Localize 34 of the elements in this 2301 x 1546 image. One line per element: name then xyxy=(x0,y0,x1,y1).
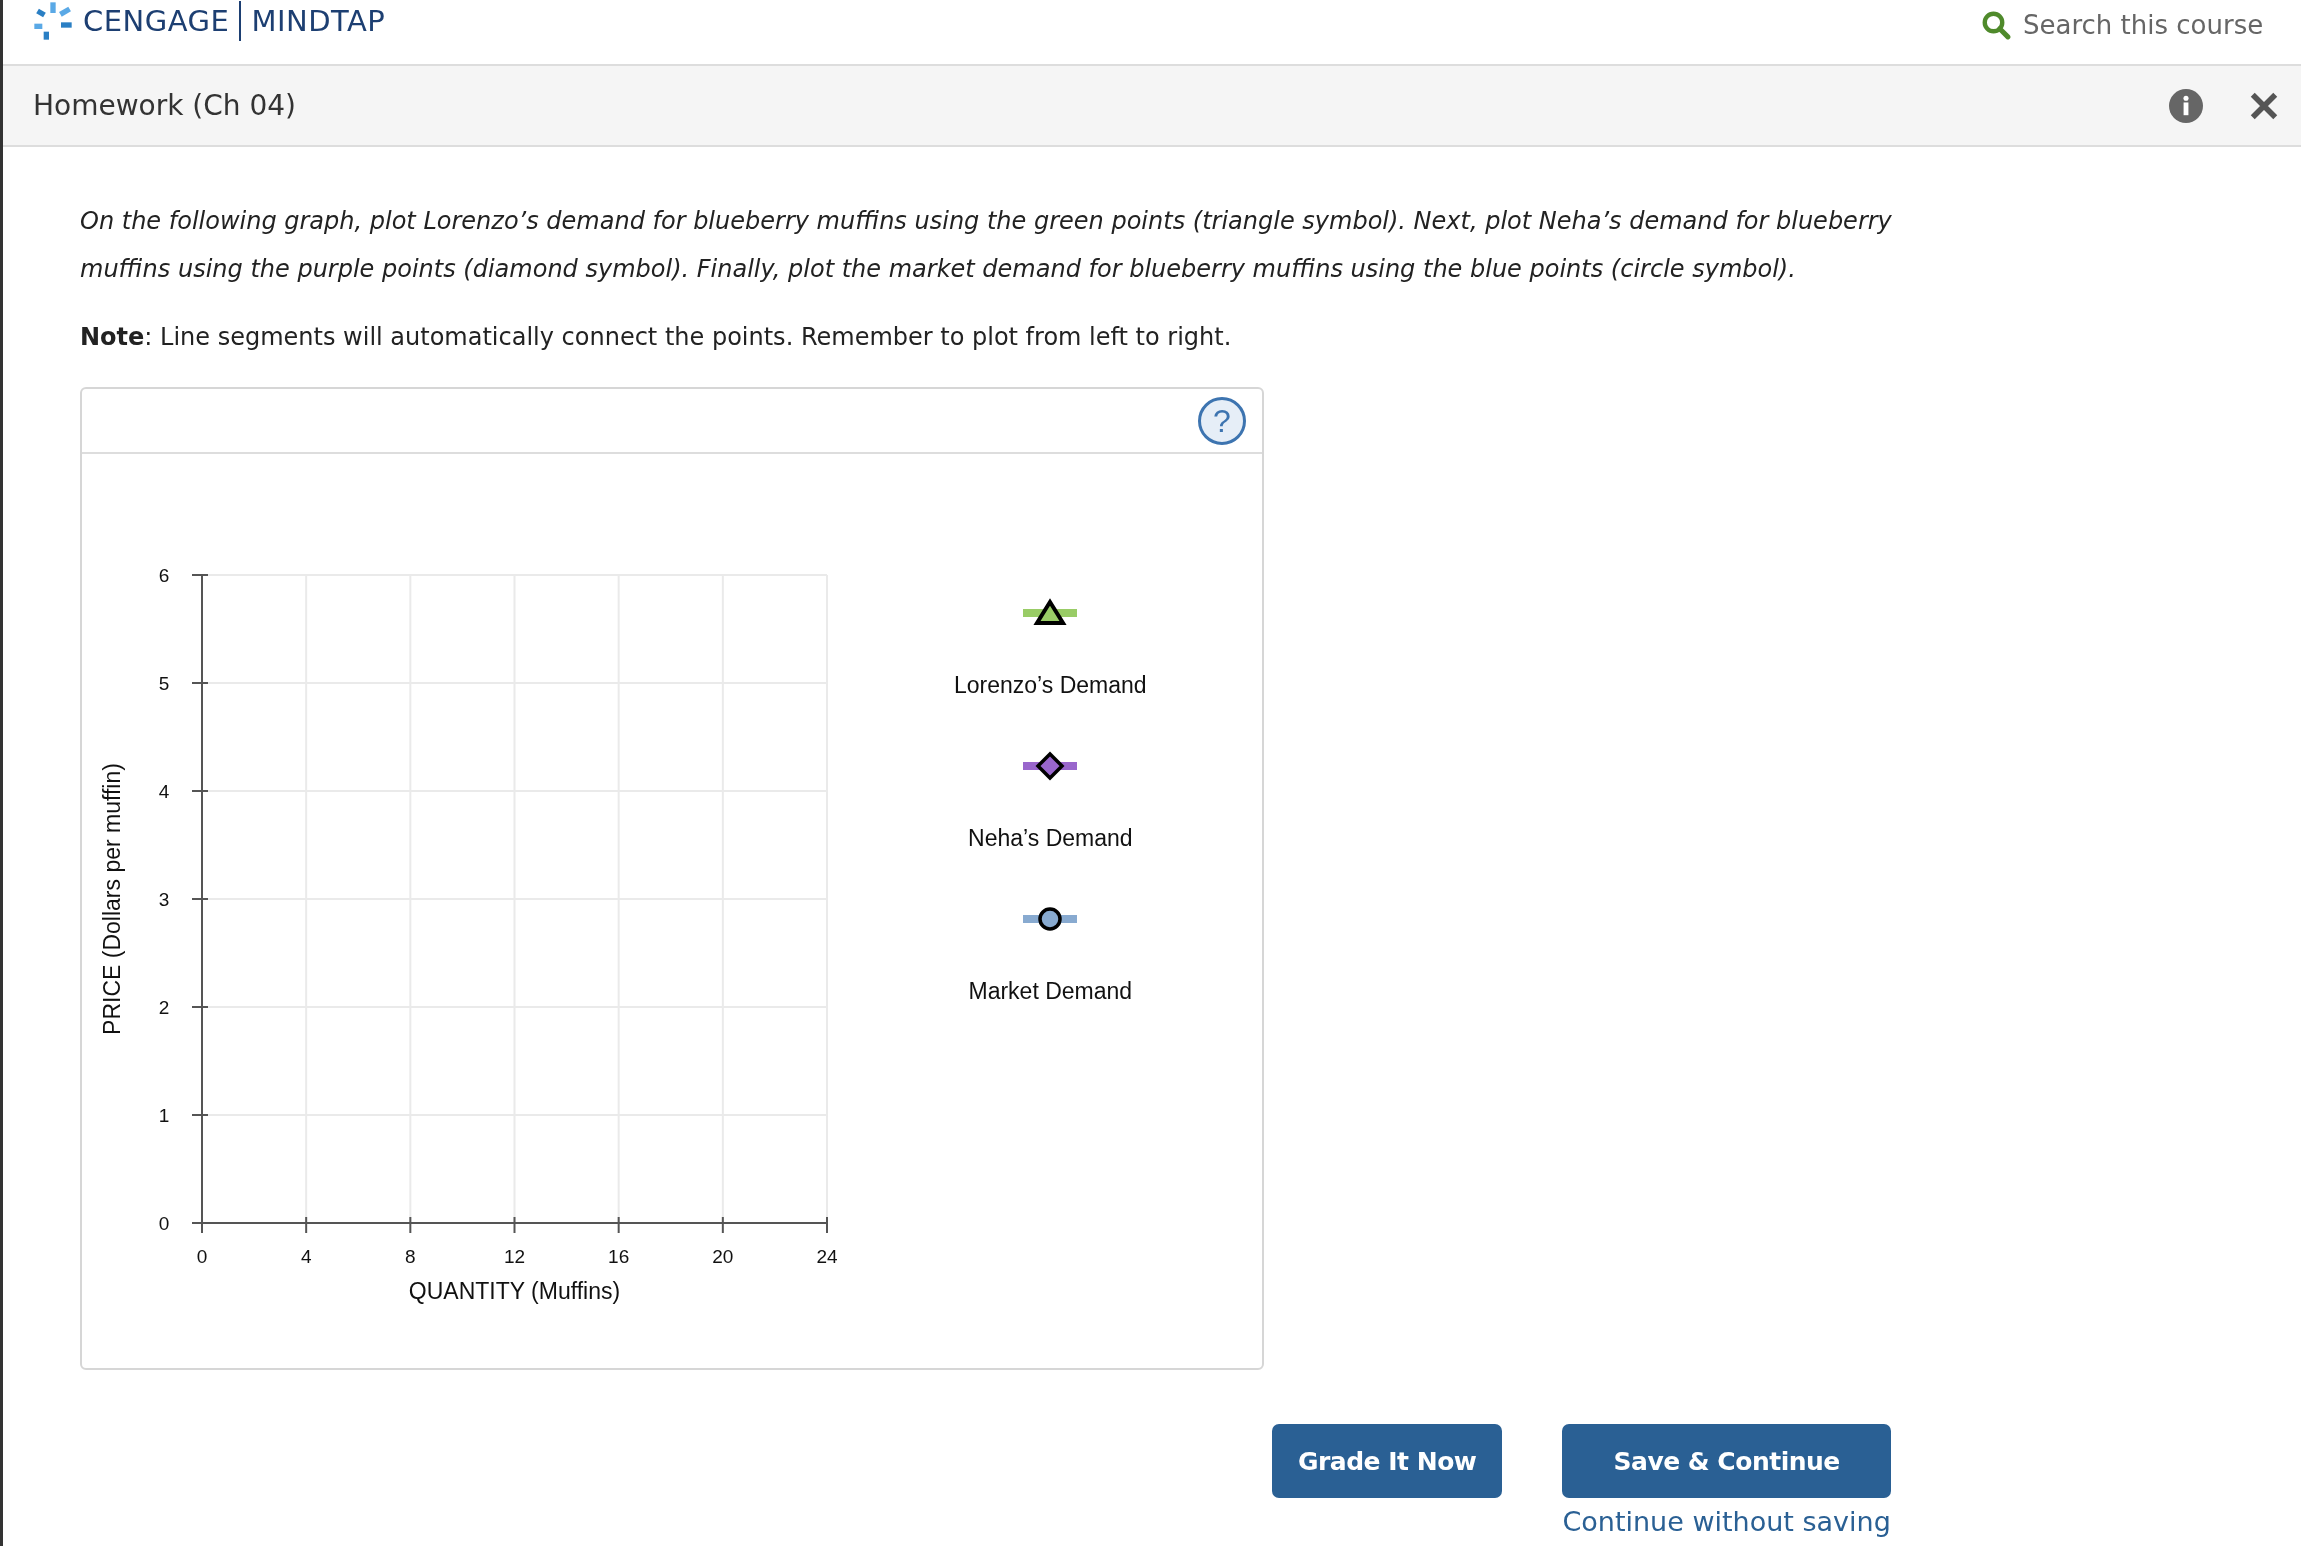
tick-label: 6 xyxy=(158,565,170,586)
tick-label: 2 xyxy=(158,997,170,1018)
search-icon[interactable] xyxy=(1981,10,2011,40)
logo-icon xyxy=(33,1,73,41)
legend-label: Market Demand xyxy=(968,978,1133,1005)
tick-label: 24 xyxy=(816,1246,838,1267)
legend-label: Neha’s Demand xyxy=(968,825,1133,852)
search-field[interactable]: Search this course xyxy=(2023,10,2273,40)
tick-label: 8 xyxy=(405,1246,416,1267)
instructions-text: On the following graph, plot Lorenzo’s demand for blueberry muffins using the green points (triangle symbol). Next, plot Neha’s demand for blueberry muffins using the purple points (diamond symbol). Finally, plot the market demand for blueberry muffins using the blue points (circle symbol). xyxy=(80,206,1893,285)
continue-link[interactable]: Continue without saving xyxy=(1562,1506,1891,1537)
tick-label: 0 xyxy=(196,1246,208,1267)
tick-label: 20 xyxy=(712,1246,734,1267)
help-button[interactable]: ? xyxy=(1198,396,1246,445)
tick-label: 16 xyxy=(608,1246,630,1267)
brand-name: CENGAGE xyxy=(83,4,230,38)
tick-label: 3 xyxy=(158,889,170,910)
product-name: MINDTAP xyxy=(251,4,386,38)
tick-label: 5 xyxy=(158,673,170,694)
close-icon[interactable] xyxy=(2249,90,2279,121)
tick-label: 4 xyxy=(300,1246,312,1267)
homework-title: Homework (Ch 04) xyxy=(33,89,297,122)
tick-label: 1 xyxy=(158,1105,170,1126)
info-icon[interactable] xyxy=(2169,88,2203,123)
x-axis-title: QUANTITY (Muffins) xyxy=(408,1278,621,1304)
tick-label: 12 xyxy=(503,1246,526,1267)
diamond-point-tool[interactable] xyxy=(1023,749,1078,783)
tick-label: 4 xyxy=(158,781,170,802)
save-continue-button[interactable]: Save & Continue xyxy=(1562,1424,1891,1498)
note-text: Note: Line segments will automatically connect the points. Remember to plot from left to right. xyxy=(80,323,1233,351)
tick-label: 0 xyxy=(158,1213,170,1234)
grade-button[interactable]: Grade It Now xyxy=(1272,1424,1503,1498)
y-axis-title: PRICE (Dollars per muffin) xyxy=(99,763,125,1035)
legend-label: Lorenzo’s Demand xyxy=(954,672,1147,699)
